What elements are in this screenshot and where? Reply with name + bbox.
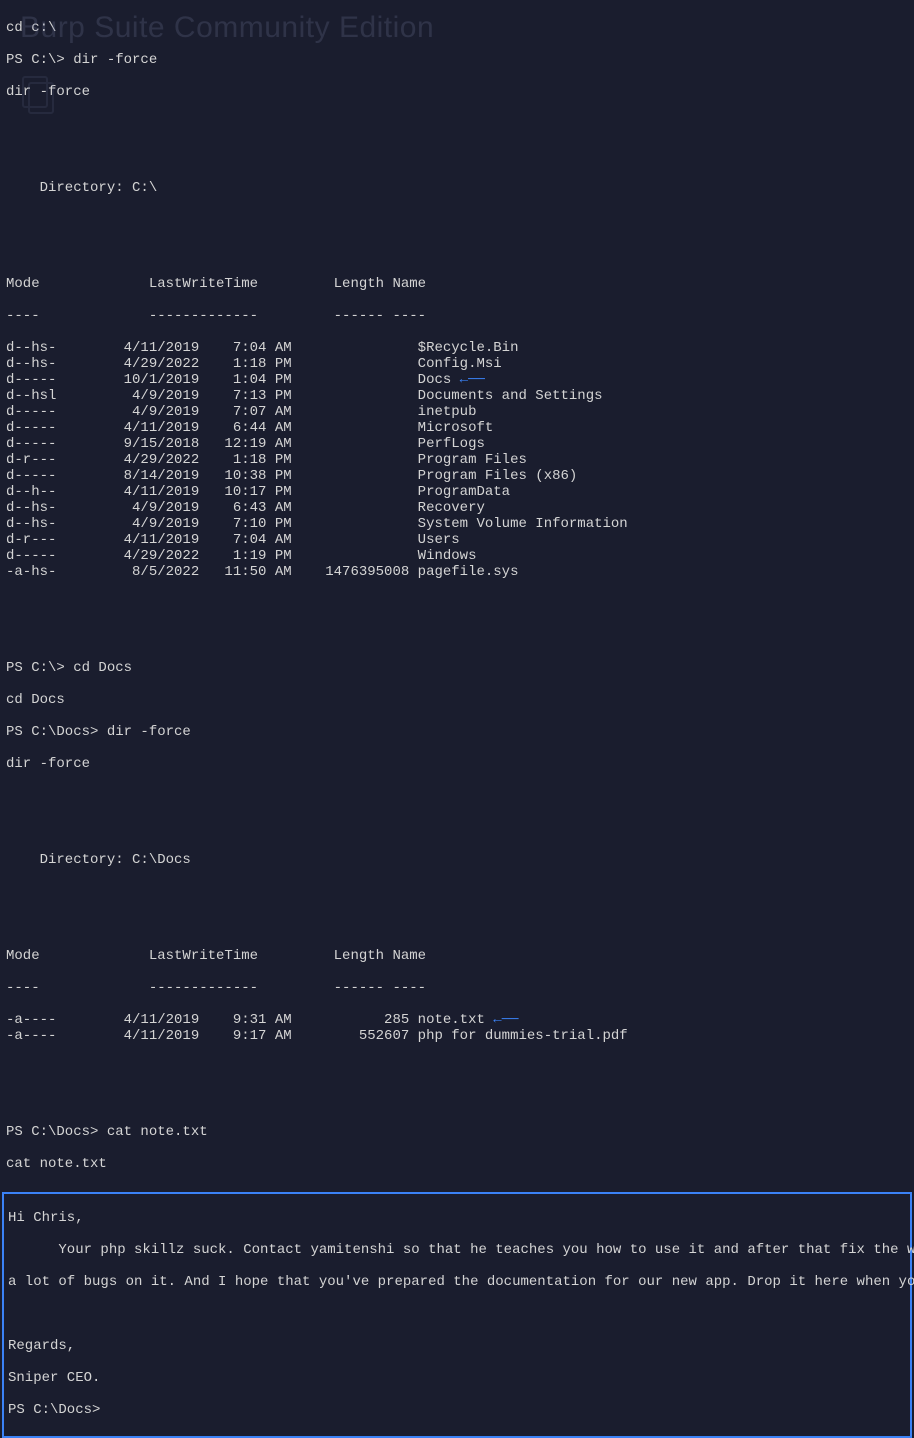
file-row: d--hs- 4/9/2019 7:10 PM System Volume In…	[6, 516, 908, 532]
note-highlight-box: Hi Chris, Your php skillz suck. Contact …	[2, 1192, 912, 1438]
file-row: d--hs- 4/29/2022 1:18 PM Config.Msi	[6, 356, 908, 372]
command-line: cd c:\	[6, 20, 908, 36]
file-row: d----- 4/11/2019 6:44 AM Microsoft	[6, 420, 908, 436]
prompt[interactable]: PS C:\Docs>	[8, 1402, 906, 1418]
column-underline: ---- ------------- ------ ----	[6, 308, 908, 324]
file-row: -a---- 4/11/2019 9:17 AM 552607 php for …	[6, 1028, 908, 1044]
column-headers: Mode LastWriteTime Length Name	[6, 948, 908, 964]
file-row: d----- 4/9/2019 7:07 AM inetpub	[6, 404, 908, 420]
note-line: Your php skillz suck. Contact yamitenshi…	[8, 1242, 906, 1258]
note-line: Hi Chris,	[8, 1210, 906, 1226]
file-row: d-r--- 4/29/2022 1:18 PM Program Files	[6, 452, 908, 468]
file-row: d--hs- 4/9/2019 6:43 AM Recovery	[6, 500, 908, 516]
command-echo: cat note.txt	[6, 1156, 908, 1172]
annotation-arrow-icon: ←──	[451, 372, 485, 388]
command-line: PS C:\Docs> cat note.txt	[6, 1124, 908, 1140]
annotation-arrow-icon: ←──	[485, 1012, 519, 1028]
file-row: d----- 8/14/2019 10:38 PM Program Files …	[6, 468, 908, 484]
directory-header: Directory: C:\	[6, 180, 908, 196]
command-line: PS C:\Docs> dir -force	[6, 724, 908, 740]
command-echo: cd Docs	[6, 692, 908, 708]
file-row: d----- 4/29/2022 1:19 PM Windows	[6, 548, 908, 564]
file-row: d----- 10/1/2019 1:04 PM Docs ←──	[6, 372, 908, 388]
note-line: Sniper CEO.	[8, 1370, 906, 1386]
note-line: Regards,	[8, 1338, 906, 1354]
note-line: a lot of bugs on it. And I hope that you…	[8, 1274, 906, 1290]
file-row: d-r--- 4/11/2019 7:04 AM Users	[6, 532, 908, 548]
column-headers: Mode LastWriteTime Length Name	[6, 276, 908, 292]
command-echo: dir -force	[6, 756, 908, 772]
file-row: -a-hs- 8/5/2022 11:50 AM 1476395008 page…	[6, 564, 908, 580]
file-row: d--hsl 4/9/2019 7:13 PM Documents and Se…	[6, 388, 908, 404]
column-underline: ---- ------------- ------ ----	[6, 980, 908, 996]
command-echo: dir -force	[6, 84, 908, 100]
file-row: d--h-- 4/11/2019 10:17 PM ProgramData	[6, 484, 908, 500]
command-line: PS C:\> dir -force	[6, 52, 908, 68]
file-row: d--hs- 4/11/2019 7:04 AM $Recycle.Bin	[6, 340, 908, 356]
file-row: -a---- 4/11/2019 9:31 AM 285 note.txt ←─…	[6, 1012, 908, 1028]
terminal-output[interactable]: cd c:\ PS C:\> dir -force dir -force Dir…	[0, 0, 914, 1192]
file-row: d----- 9/15/2018 12:19 AM PerfLogs	[6, 436, 908, 452]
directory-header: Directory: C:\Docs	[6, 852, 908, 868]
note-line	[8, 1306, 906, 1322]
command-line: PS C:\> cd Docs	[6, 660, 908, 676]
